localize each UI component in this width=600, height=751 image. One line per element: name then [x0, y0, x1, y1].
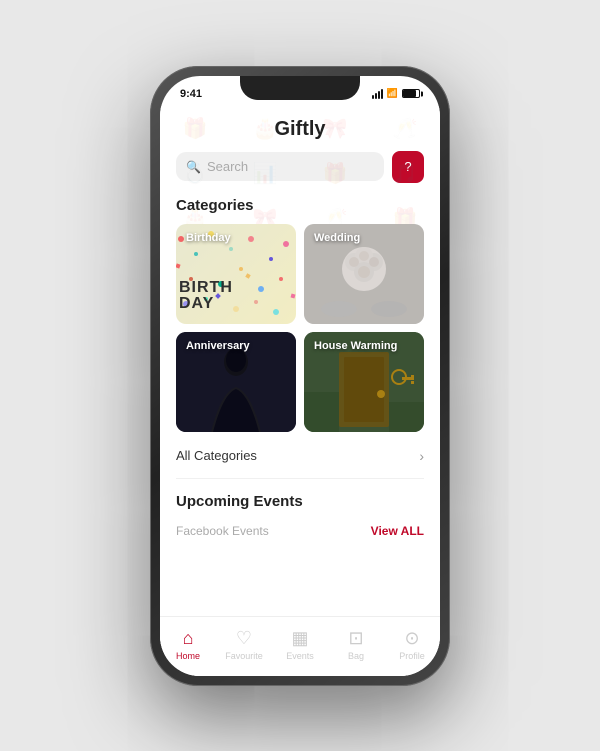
- bottom-nav: ⌂ Home ♡ Favourite ▦ Events ⊡ Bag ⊙ Pr: [160, 616, 440, 676]
- favourite-label: Favourite: [225, 651, 263, 661]
- nav-item-profile[interactable]: ⊙ Profile: [384, 628, 440, 661]
- anniversary-label: Anniversary: [186, 340, 250, 352]
- facebook-events-label: Facebook Events: [176, 524, 269, 538]
- bag-icon: ⊡: [348, 628, 363, 649]
- battery-icon: [402, 89, 420, 98]
- nav-item-home[interactable]: ⌂ Home: [160, 628, 216, 661]
- wifi-icon: 📶: [387, 88, 398, 99]
- search-container: 🔍 Search ?: [176, 151, 424, 183]
- categories-title: Categories: [160, 197, 440, 224]
- search-icon: 🔍: [186, 160, 201, 174]
- bag-label: Bag: [348, 651, 364, 661]
- screen-content: 🎁🎂🎀🥂 💍📊🎁🎵 🎂🎀🥂🎁 📊🎵💍🎂 🎁🎀🥂📊 🎵💍🎂🎁 Giftly 🔍 S…: [160, 106, 440, 676]
- search-box[interactable]: 🔍 Search: [176, 152, 384, 181]
- status-icons: 📶: [372, 88, 420, 99]
- wedding-label: Wedding: [314, 232, 360, 244]
- nav-item-bag[interactable]: ⊡ Bag: [328, 628, 384, 661]
- category-card-housewarm[interactable]: House Warming: [304, 332, 424, 432]
- profile-label: Profile: [399, 651, 425, 661]
- events-label: Events: [286, 651, 314, 661]
- all-categories-label: All Categories: [176, 448, 257, 463]
- category-card-birthday[interactable]: BIRTH DAY Birthday: [176, 224, 296, 324]
- app-title: Giftly: [160, 106, 440, 151]
- profile-icon: ⊙: [404, 628, 419, 649]
- upcoming-events-row: Facebook Events View ALL: [160, 520, 440, 546]
- filter-icon: ?: [404, 159, 411, 174]
- category-card-anniversary[interactable]: Anniversary: [176, 332, 296, 432]
- upcoming-events-section: Upcoming Events Facebook Events View ALL: [160, 479, 440, 546]
- notch: [240, 76, 360, 100]
- home-label: Home: [176, 651, 200, 661]
- chevron-right-icon: ›: [419, 448, 424, 464]
- nav-item-favourite[interactable]: ♡ Favourite: [216, 628, 272, 661]
- events-icon: ▦: [291, 628, 308, 649]
- phone-screen: 9:41 📶 🎁🎂🎀🥂 💍📊🎁🎵: [160, 76, 440, 676]
- favourite-icon: ♡: [236, 628, 252, 649]
- signal-icon: [372, 89, 383, 99]
- category-card-wedding[interactable]: Wedding: [304, 224, 424, 324]
- phone-frame: 9:41 📶 🎁🎂🎀🥂 💍📊🎁🎵: [150, 66, 450, 686]
- status-time: 9:41: [180, 88, 202, 100]
- housewarm-label: House Warming: [314, 340, 397, 352]
- home-icon: ⌂: [183, 628, 194, 649]
- nav-item-events[interactable]: ▦ Events: [272, 628, 328, 661]
- view-all-button[interactable]: View ALL: [371, 524, 424, 538]
- search-placeholder: Search: [207, 159, 248, 174]
- upcoming-events-title: Upcoming Events: [160, 483, 440, 520]
- search-filter-button[interactable]: ?: [392, 151, 424, 183]
- all-categories-row[interactable]: All Categories ›: [160, 442, 440, 478]
- birthday-label: Birthday: [186, 232, 231, 244]
- category-grid: BIRTH DAY Birthday: [160, 224, 440, 442]
